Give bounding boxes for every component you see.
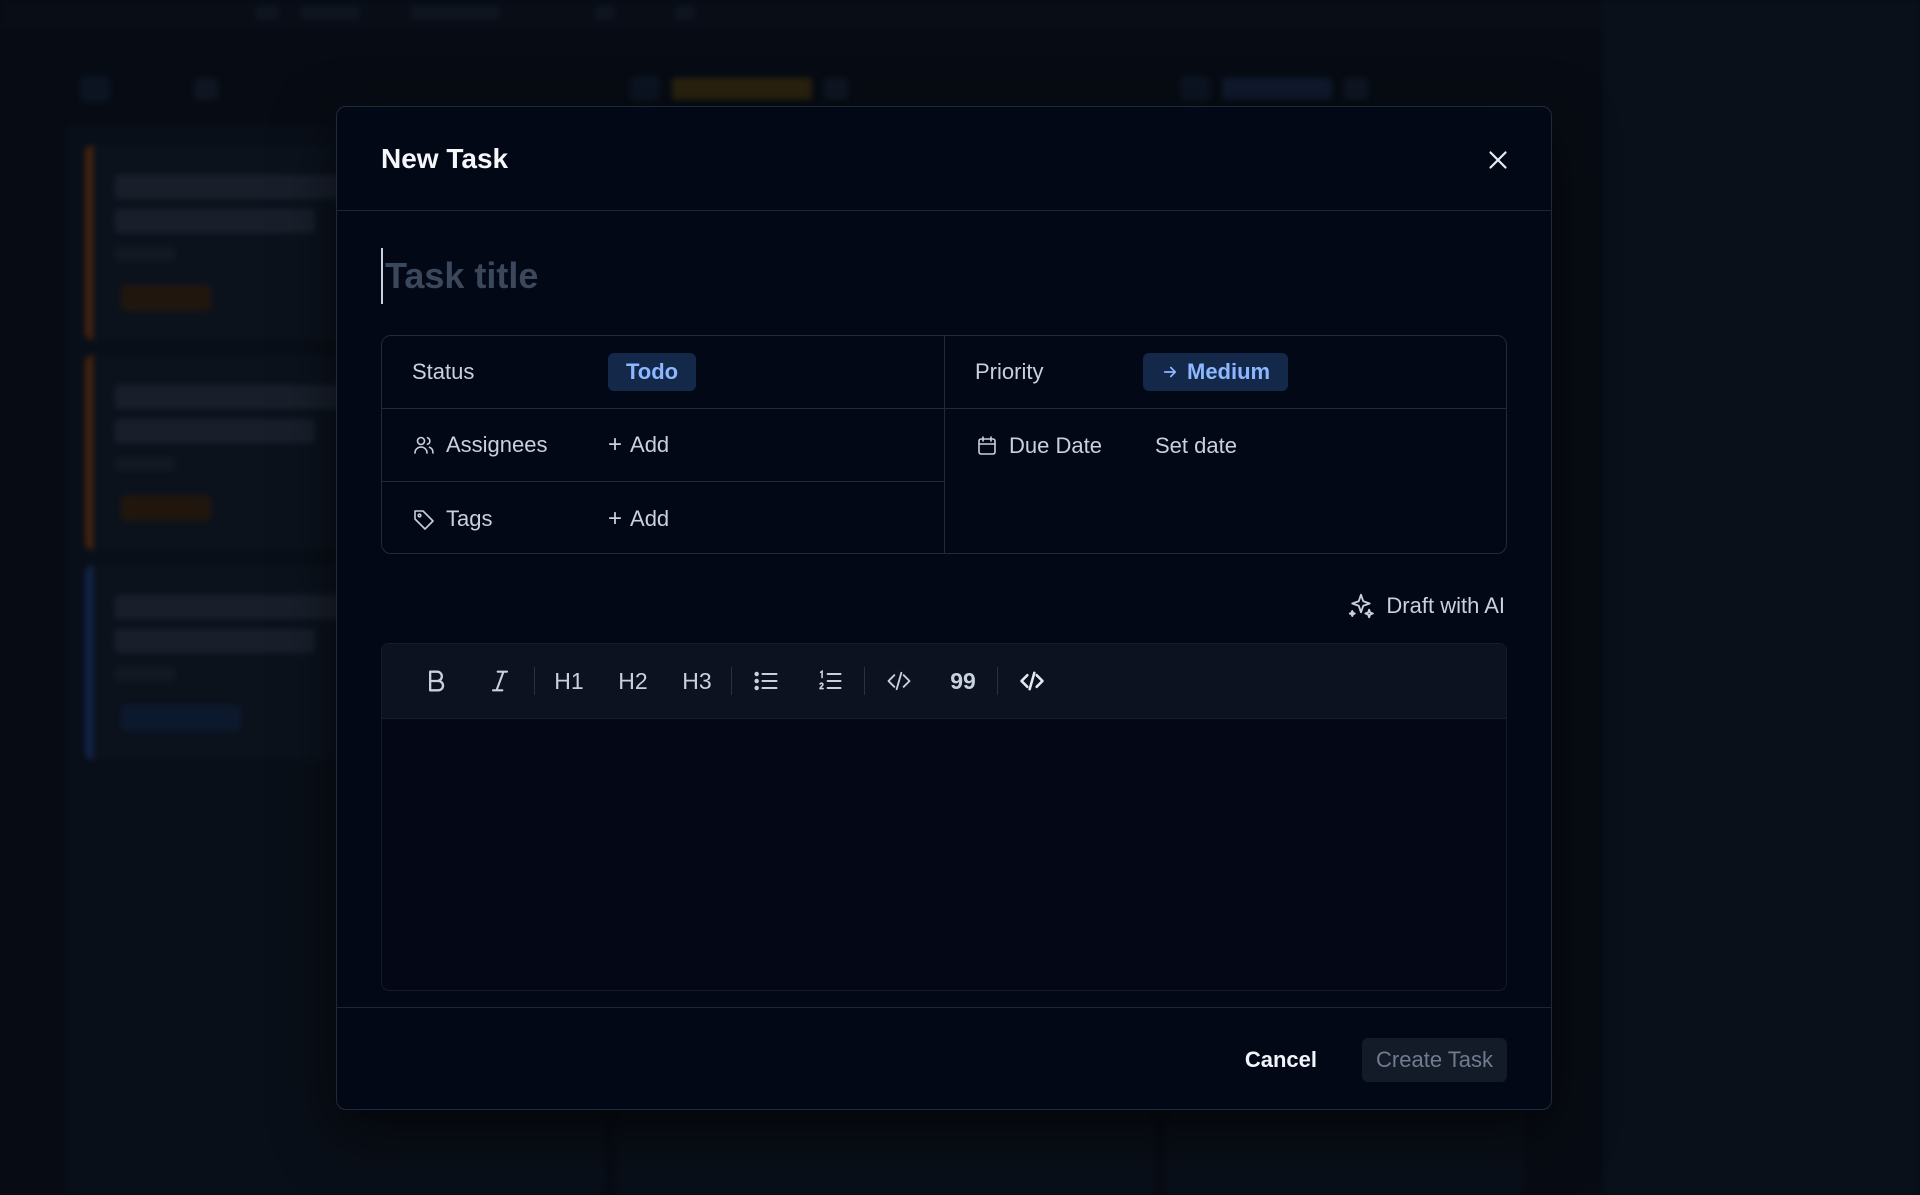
priority-label: Priority [975, 359, 1044, 384]
heading-3-button[interactable]: H3 [665, 657, 729, 705]
calendar-icon [978, 435, 996, 455]
plus-icon: + [608, 431, 623, 458]
sparkle-icon [1349, 593, 1375, 619]
assignees-label: Assignees [412, 432, 548, 458]
priority-row: Priority Medium [945, 336, 1506, 409]
set-date-button[interactable]: Set date [1155, 433, 1237, 459]
code-block-icon [1020, 671, 1044, 691]
italic-button[interactable] [468, 657, 532, 705]
arrow-right-icon [1163, 366, 1177, 378]
bold-icon [429, 670, 445, 692]
description-editor: H1 H2 H3 99 [381, 643, 1507, 991]
status-row: Status Todo [382, 336, 944, 409]
tag-icon [414, 509, 434, 530]
users-icon [414, 436, 434, 454]
tags-label: Tags [412, 506, 492, 532]
draft-with-ai-label: Draft with AI [1386, 593, 1505, 618]
dialog-title: New Task [381, 143, 509, 174]
heading-1-button[interactable]: H1 [537, 657, 601, 705]
status-pill[interactable]: Todo [608, 353, 697, 391]
editor-content-area[interactable] [382, 719, 1506, 990]
status-label: Status [412, 359, 475, 384]
draft-with-ai-button[interactable]: Draft with AI [1346, 591, 1505, 621]
plus-icon: + [608, 504, 623, 532]
due-date-label: Due Date [975, 433, 1102, 459]
properties-grid: Status Todo Priority Medium Assignees + … [381, 335, 1507, 554]
inline-code-button[interactable] [867, 657, 931, 705]
cancel-button[interactable]: Cancel [1231, 1038, 1331, 1082]
code-icon [887, 671, 911, 691]
priority-pill[interactable]: Medium [1143, 353, 1289, 391]
dialog-header: New Task [337, 107, 1551, 211]
tags-row: Tags + Add [382, 482, 944, 553]
add-assignee-button[interactable]: + Add [608, 431, 669, 459]
heading-2-button[interactable]: H2 [601, 657, 665, 705]
task-title-input[interactable] [381, 248, 1481, 304]
add-tag-button[interactable]: + Add [608, 505, 669, 533]
italic-icon [491, 670, 509, 692]
code-block-button[interactable] [1000, 657, 1064, 705]
assignees-row: Assignees + Add [382, 409, 944, 482]
due-date-row: Due Date Set date [945, 409, 1506, 482]
bold-button[interactable] [404, 657, 468, 705]
bullet-list-icon [754, 671, 778, 691]
dialog-footer: Cancel Create Task [337, 1007, 1551, 1109]
close-button[interactable] [1483, 145, 1513, 175]
bullet-list-button[interactable] [734, 657, 798, 705]
create-task-button[interactable]: Create Task [1362, 1038, 1507, 1082]
new-task-dialog: New Task Status Todo Priority Medium [336, 106, 1552, 1110]
quote-button[interactable]: 99 [931, 657, 995, 705]
editor-toolbar: H1 H2 H3 99 [382, 644, 1506, 719]
ordered-list-button[interactable] [798, 657, 862, 705]
priority-value: Medium [1187, 359, 1271, 384]
ordered-list-icon [819, 669, 842, 690]
close-icon [1489, 151, 1507, 169]
